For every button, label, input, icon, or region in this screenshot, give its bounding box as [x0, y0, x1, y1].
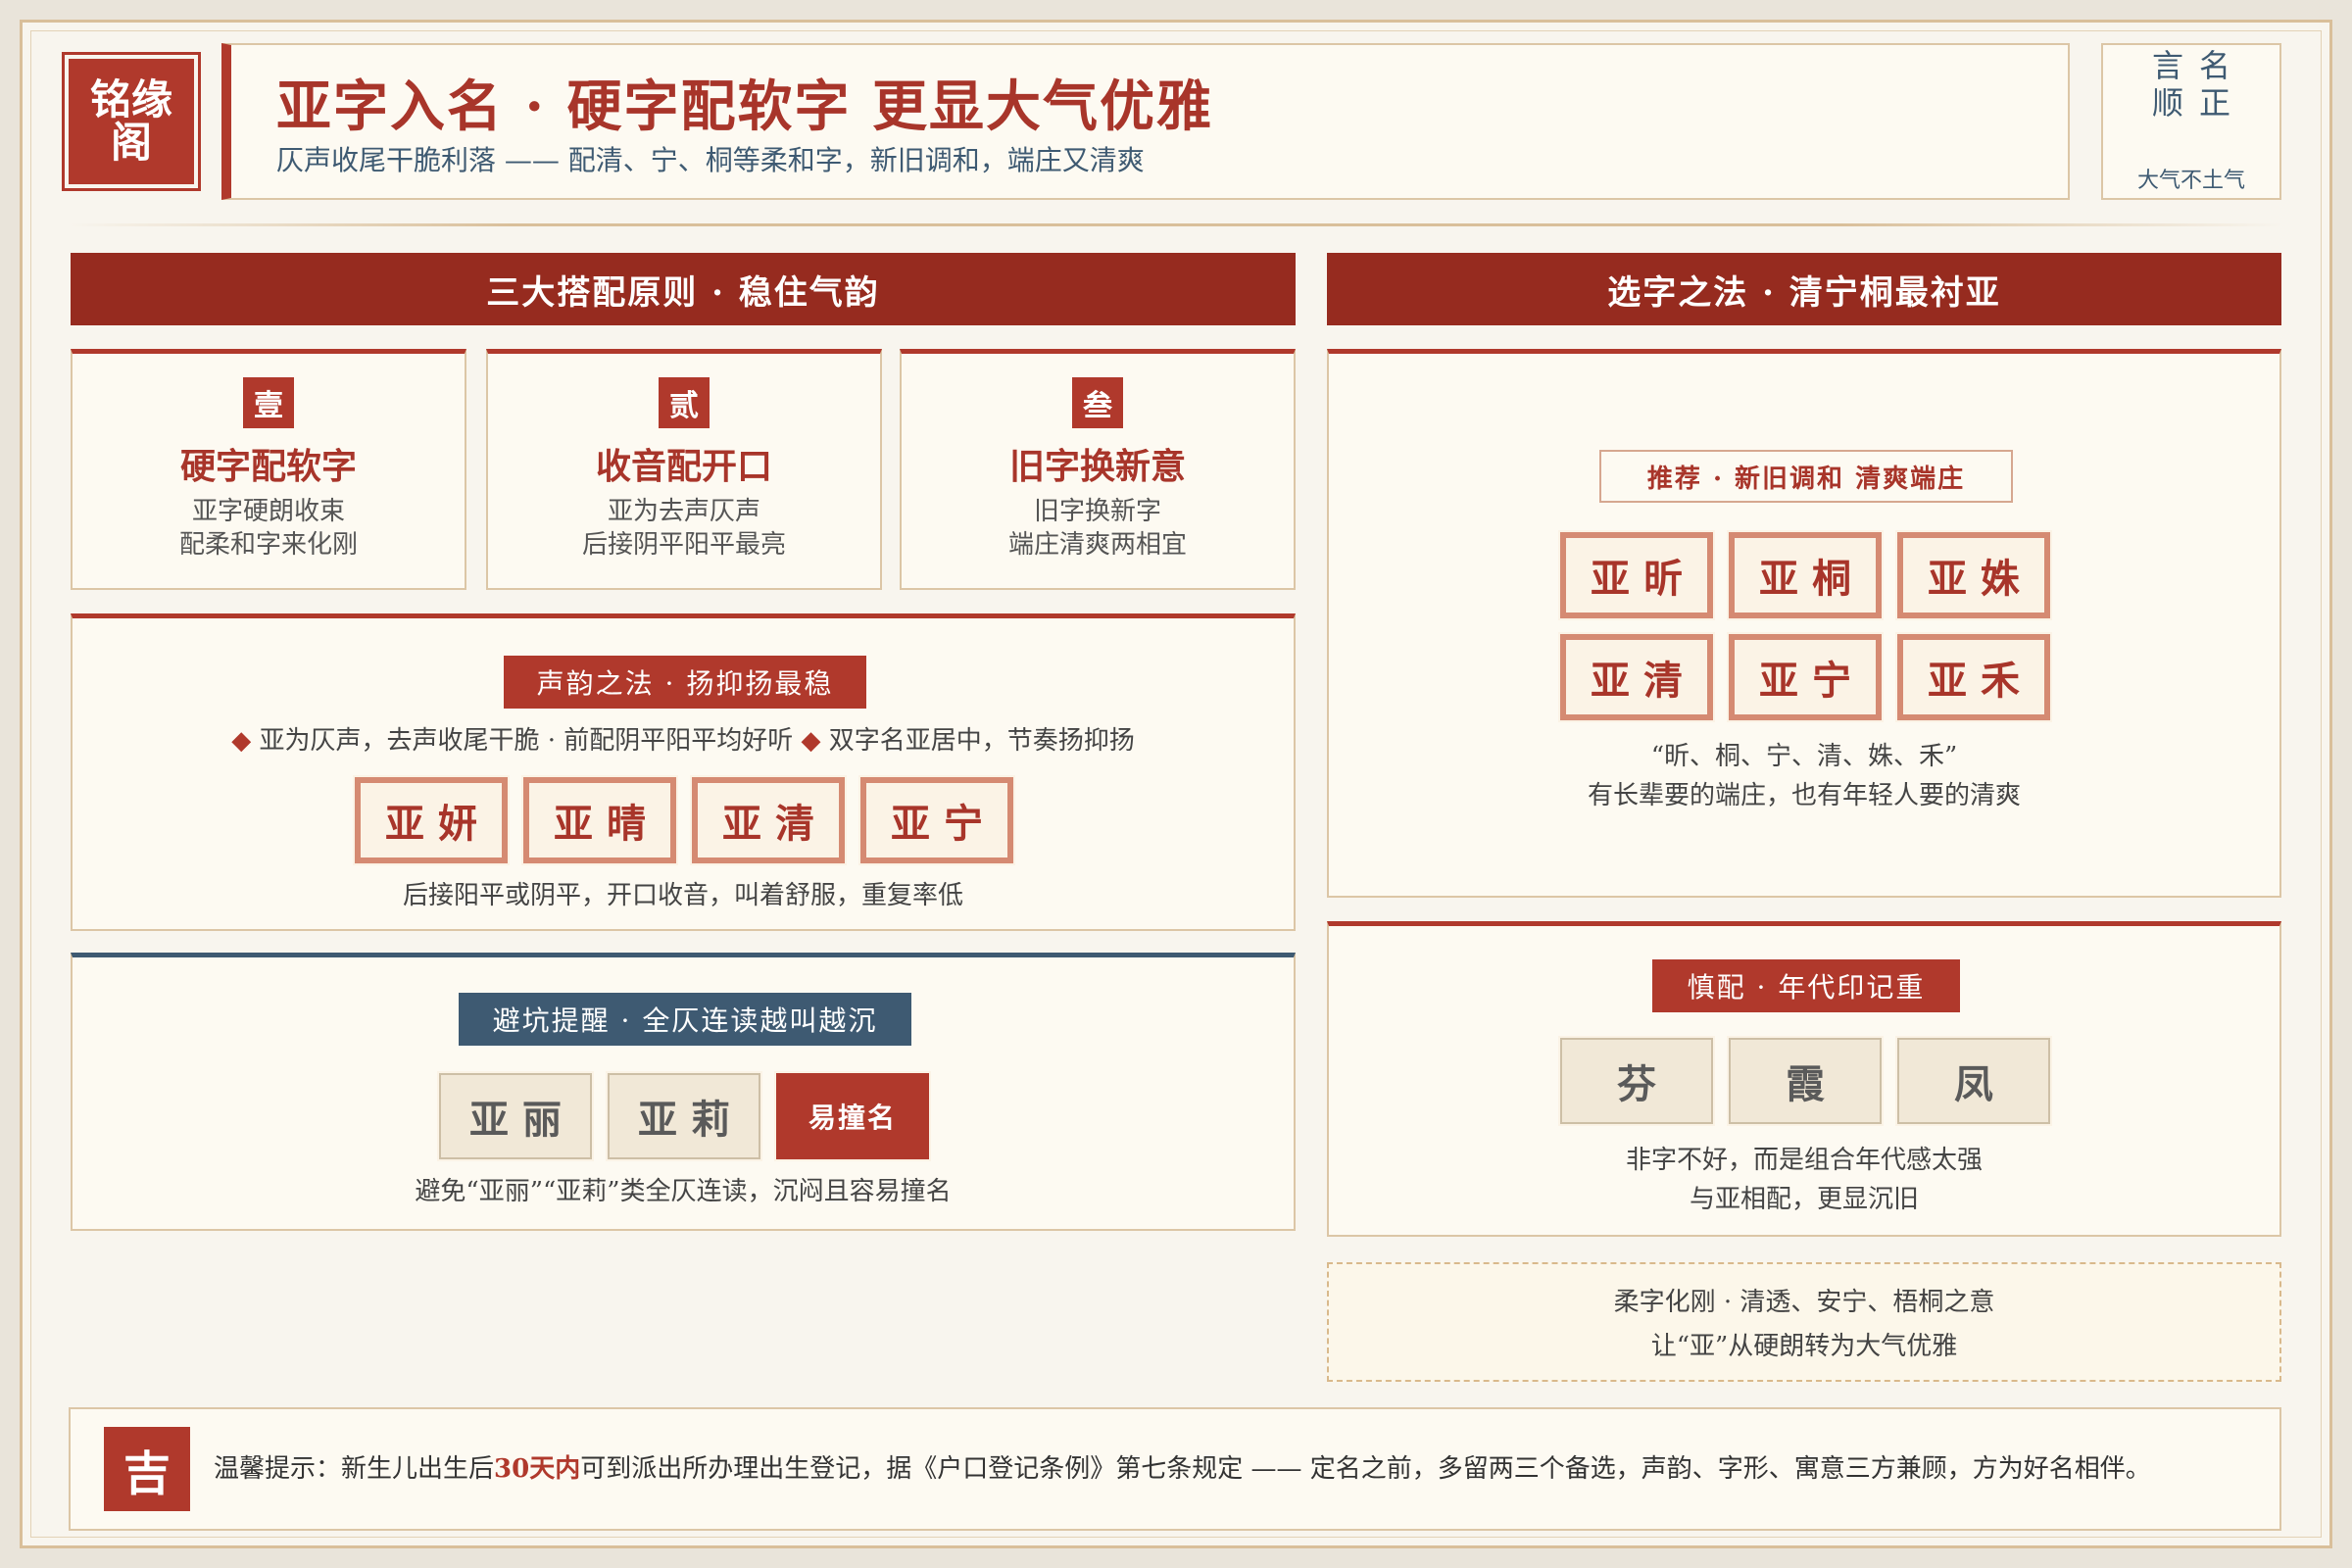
header-divider: [69, 223, 2283, 226]
caution-caption-2: 与亚相配，更显沉旧: [1689, 1185, 1919, 1214]
caution-card: 慎配 · 年代印记重 芬 霞 凤 非字不好，而是组合年代感太强 与亚相配，更显沉…: [1327, 921, 2281, 1237]
name-box: 亚宁: [858, 775, 1015, 865]
logo-line1: 铭缘: [89, 75, 172, 123]
section-bar-principles: 三大搭配原则 · 稳住气韵: [71, 253, 1296, 325]
title-box: 亚字入名 · 硬字配软字 更显大气优雅 仄声收尾干脆利落 —— 配清、宁、桐等柔…: [221, 43, 2070, 200]
caution-pill: 慎配 · 年代印记重: [1652, 959, 1960, 1012]
tone-card: 声韵之法 · 扬抑扬最稳 ◆ 亚为仄声，去声收尾干脆 · 前配阴平阳平均好听 ◆…: [71, 613, 1296, 931]
seal-row1: 言名: [2151, 47, 2246, 84]
soft-note-line-2: 让“亚”从硬朗转为大气优雅: [1650, 1332, 1958, 1361]
name-box-avoid: 亚莉: [606, 1071, 762, 1161]
avoid-card: 避坑提醒 · 全仄连读越叫越沉 亚丽 亚莉 易撞名 避免“亚丽”“亚莉”类全仄连…: [71, 953, 1296, 1231]
principle-line: 后接阴平阳平最亮: [581, 530, 786, 560]
principle-line: 配柔和字来化刚: [178, 530, 358, 560]
avoid-caption: 避免“亚丽”“亚莉”类全仄连读，沉闷且容易撞名: [415, 1177, 952, 1206]
principle-card-3: 叁 旧字换新意 旧字换新字 端庄清爽两相宜: [900, 349, 1296, 590]
footer-text-post: 可到派出所办理出生登记，据《户口登记条例》第七条规定 —— 定名之前，多留两三个…: [580, 1454, 2151, 1484]
caution-char-box: 凤: [1895, 1036, 2052, 1126]
brand-logo: 铭缘 阁: [62, 52, 201, 191]
seal-foot: 大气不土气: [2136, 169, 2245, 193]
tone-bullets: ◆ 亚为仄声，去声收尾干脆 · 前配阴平阳平均好听 ◆ 双字名亚居中，节奏扬抑扬: [73, 720, 1294, 757]
tone-caption: 后接阳平或阴平，开口收音，叫着舒服，重复率低: [402, 881, 963, 910]
tone-bullet-1: 亚为仄声，去声收尾干脆 · 前配阴平阳平均好听: [259, 726, 794, 756]
name-box: 亚清: [1558, 632, 1715, 722]
recommend-card: 推荐 · 新旧调和 清爽端庄 亚昕 亚桐 亚姝 亚清 亚宁 亚禾 “昕、桐、宁、…: [1327, 349, 2281, 898]
principle-title: 收音配开口: [595, 446, 772, 487]
recommend-caption-2: 有长辈要的端庄，也有年轻人要的清爽: [1587, 781, 2021, 810]
principle-line: 亚字硬朗收束: [191, 497, 345, 526]
name-box: 亚姝: [1895, 530, 2052, 620]
name-box: 亚禾: [1895, 632, 2052, 722]
name-box: 亚昕: [1558, 530, 1715, 620]
soft-note-line-1: 柔字化刚 · 清透、安宁、梧桐之意: [1613, 1288, 1995, 1317]
diamond-icon: ◆: [801, 726, 821, 756]
principle-num: 贰: [659, 377, 710, 428]
seal-box: 言名 顺正 大气不土气: [2101, 43, 2281, 200]
principle-line: 端庄清爽两相宜: [1007, 530, 1187, 560]
principle-card-1: 壹 硬字配软字 亚字硬朗收束 配柔和字来化刚: [71, 349, 466, 590]
luck-badge: 吉: [104, 1427, 190, 1511]
caution-char-box: 霞: [1727, 1036, 1884, 1126]
seal-chars: 言名 顺正: [2103, 47, 2279, 122]
seal-row2: 顺正: [2151, 84, 2246, 122]
caution-char-box: 芬: [1558, 1036, 1715, 1126]
footer-tip: 吉 温馨提示：新生儿出生后30天内可到派出所办理出生登记，据《户口登记条例》第七…: [69, 1407, 2281, 1531]
footer-text-pre: 温馨提示：新生儿出生后: [214, 1454, 495, 1484]
name-box: 亚清: [690, 775, 847, 865]
name-box: 亚晴: [521, 775, 678, 865]
name-box-avoid: 亚丽: [437, 1071, 594, 1161]
principle-line: 亚为去声仄声: [607, 497, 760, 526]
logo-line2: 阁: [110, 119, 152, 167]
caution-caption-1: 非字不好，而是组合年代感太强: [1625, 1146, 1983, 1175]
page-subtitle: 仄声收尾干脆利落 —— 配清、宁、桐等柔和字，新旧调和，端庄又清爽: [276, 144, 1145, 176]
principle-line: 旧字换新字: [1033, 497, 1161, 526]
principle-title: 硬字配软字: [179, 446, 357, 487]
diamond-icon: ◆: [231, 726, 252, 756]
name-box: 亚宁: [1727, 632, 1884, 722]
tone-pill: 声韵之法 · 扬抑扬最稳: [504, 656, 866, 709]
name-box: 亚桐: [1727, 530, 1884, 620]
recommend-caption-1: “昕、桐、宁、清、姝、禾”: [1650, 742, 1958, 771]
footer-highlight: 30天内: [494, 1454, 581, 1484]
principle-num: 叁: [1072, 377, 1123, 428]
footer-text: 温馨提示：新生儿出生后30天内可到派出所办理出生登记，据《户口登记条例》第七条规…: [214, 1448, 2151, 1485]
principle-card-2: 贰 收音配开口 亚为去声仄声 后接阴平阳平最亮: [486, 349, 882, 590]
principle-num: 壹: [243, 377, 294, 428]
name-box: 亚妍: [353, 775, 510, 865]
tone-bullet-2: 双字名亚居中，节奏扬抑扬: [828, 726, 1135, 756]
avoid-pill: 避坑提醒 · 全仄连读越叫越沉: [459, 993, 911, 1046]
soft-note: 柔字化刚 · 清透、安宁、梧桐之意 让“亚”从硬朗转为大气优雅: [1327, 1262, 2281, 1382]
collision-tag: 易撞名: [774, 1071, 931, 1161]
recommend-pill: 推荐 · 新旧调和 清爽端庄: [1599, 450, 2013, 503]
principle-title: 旧字换新意: [1008, 446, 1186, 487]
section-bar-selection: 选字之法 · 清宁桐最衬亚: [1327, 253, 2281, 325]
page-title: 亚字入名 · 硬字配软字 更显大气优雅: [276, 74, 1213, 139]
